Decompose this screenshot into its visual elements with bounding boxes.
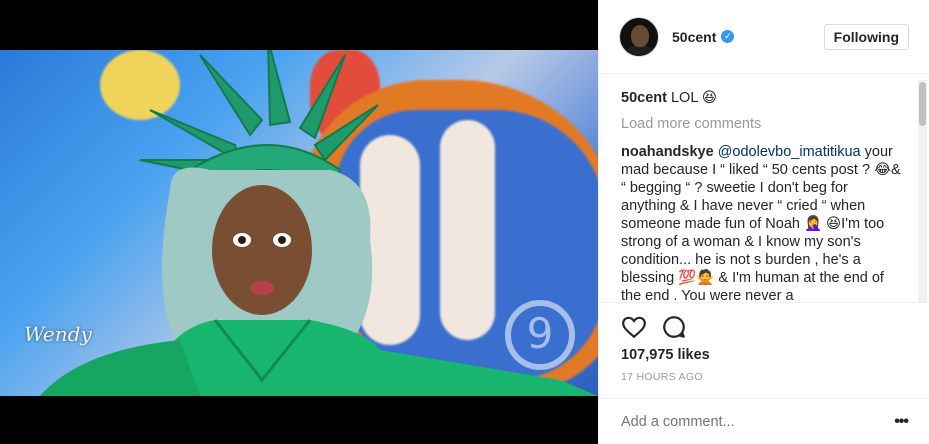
following-button[interactable]: Following: [823, 23, 909, 50]
scrollbar-thumb[interactable]: [919, 82, 926, 126]
add-comment-input[interactable]: [621, 413, 895, 430]
comment-item: noahandskye @odolevbo_imatitikua your ma…: [621, 143, 901, 302]
post-media[interactable]: Wendy 9: [0, 0, 598, 444]
post-author: 50cent ✓: [672, 29, 735, 45]
load-more-comments-link[interactable]: Load more comments: [621, 115, 917, 133]
likes-count[interactable]: 107,975 likes: [621, 347, 908, 363]
caption-text: LOL 😆: [670, 90, 717, 106]
heart-icon[interactable]: [621, 314, 647, 340]
instagram-post: Wendy 9 50cent ✓ Following 50cent LOL 😆 …: [0, 0, 929, 444]
post-caption: 50cent LOL 😆: [621, 89, 917, 107]
action-icons: [621, 303, 908, 351]
post-header: 50cent ✓ Following: [599, 0, 929, 74]
post-actions: 107,975 likes 17 HOURS AGO: [599, 302, 929, 383]
show-logo: Wendy: [24, 322, 92, 346]
comment-icon[interactable]: [661, 314, 687, 340]
username-link[interactable]: 50cent: [672, 29, 716, 45]
avatar[interactable]: [619, 16, 659, 57]
more-options-icon[interactable]: •••: [894, 413, 909, 431]
comment-mention[interactable]: @odolevbo_imatitikua: [718, 144, 861, 160]
caption-username[interactable]: 50cent: [621, 90, 667, 106]
video-frame[interactable]: Wendy 9: [0, 50, 598, 396]
add-comment-bar: •••: [599, 398, 929, 444]
comments-section[interactable]: 50cent LOL 😆 Load more comments noahands…: [599, 75, 917, 302]
comments-scrollbar[interactable]: [918, 80, 927, 302]
post-timestamp[interactable]: 17 HOURS AGO: [621, 371, 908, 383]
post-side-panel: 50cent ✓ Following 50cent LOL 😆 Load mor…: [598, 0, 929, 444]
avatar-face: [631, 24, 649, 47]
comment-username[interactable]: noahandskye: [621, 144, 714, 160]
comment-text: your mad because I “ liked “ 50 cents po…: [621, 144, 901, 302]
verified-badge-icon: ✓: [721, 30, 735, 43]
channel-logo: 9: [505, 300, 575, 370]
